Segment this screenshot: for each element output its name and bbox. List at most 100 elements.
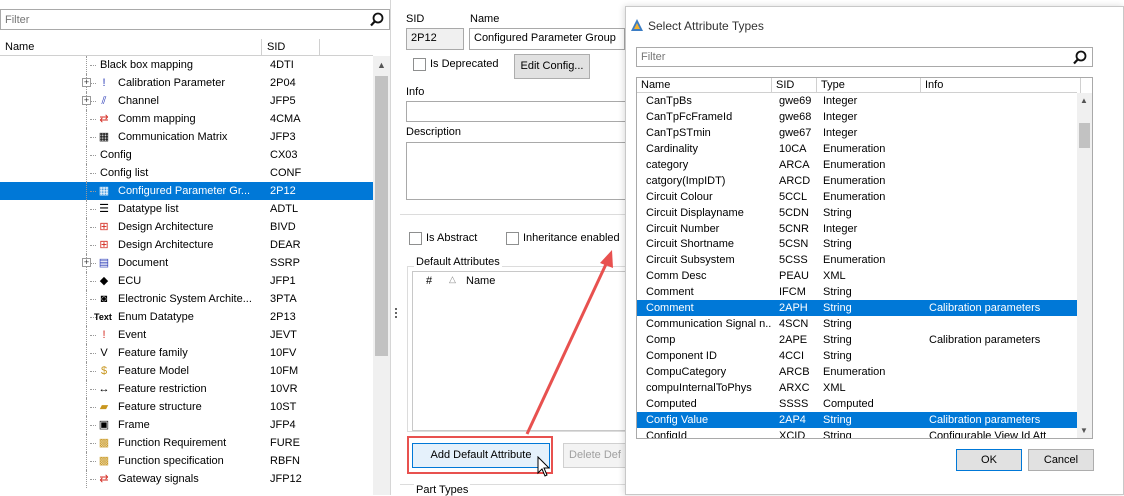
grid-cell-name: Communication Signal n... bbox=[646, 318, 772, 331]
grid-row[interactable]: Config Value 2AP4 String Calibration parame… bbox=[637, 411, 1077, 428]
tree-header: Name SID bbox=[0, 39, 373, 56]
grid-row[interactable]: Circuit Colour 5CCL Enumeration bbox=[637, 189, 1077, 205]
scroll-down-icon[interactable]: ▼ bbox=[1080, 426, 1088, 435]
dialog-filter-box[interactable] bbox=[636, 47, 1093, 67]
dialog-filter-input[interactable] bbox=[637, 48, 1057, 66]
grid-row[interactable]: Comp 2APE String Calibration parameters bbox=[637, 332, 1077, 348]
grid-cell-sid: 5CSS bbox=[779, 254, 808, 267]
expand-icon[interactable]: + bbox=[82, 258, 91, 267]
grid-row[interactable]: Comment 2APH String Calibration parameters bbox=[637, 300, 1077, 317]
grid-row[interactable]: category ARCA Enumeration bbox=[637, 157, 1077, 173]
column-header-sid[interactable]: SID bbox=[772, 78, 817, 93]
tree-guide-line bbox=[86, 290, 87, 308]
scroll-up-icon[interactable]: ▲ bbox=[1080, 96, 1088, 105]
grid-cell-type: Computed bbox=[823, 397, 874, 410]
grid-row[interactable]: CanTpSTmin gwe67 Integer bbox=[637, 125, 1077, 141]
tree-row[interactable]: ! Event JEVT bbox=[0, 326, 373, 344]
expand-icon[interactable]: + bbox=[82, 96, 91, 105]
scroll-thumb[interactable] bbox=[375, 76, 388, 356]
tree-row[interactable]: Config CX03 bbox=[0, 146, 373, 164]
text-icon: Text bbox=[94, 312, 112, 322]
tree-filter-input[interactable] bbox=[1, 10, 361, 29]
scroll-up-icon[interactable]: ▲ bbox=[377, 60, 386, 70]
grid-row[interactable]: Cardinality 10CA Enumeration bbox=[637, 141, 1077, 157]
scroll-thumb[interactable] bbox=[1079, 123, 1090, 148]
is-deprecated-checkbox[interactable] bbox=[413, 58, 426, 71]
tree-row-name: Config bbox=[100, 149, 132, 161]
tree-row[interactable]: + ▤ Document SSRP bbox=[0, 254, 373, 272]
tree-row[interactable]: Config list CONF bbox=[0, 164, 373, 182]
grid-row[interactable]: Computed SSSS Computed bbox=[637, 396, 1077, 412]
tree-row[interactable]: ☰ Datatype list ADTL bbox=[0, 200, 373, 218]
column-header-type[interactable]: Type bbox=[817, 78, 921, 93]
tree-row[interactable]: ▩ Function specification RBFN bbox=[0, 452, 373, 470]
tree-row[interactable]: ▦ Configured Parameter Gr... 2P12 bbox=[0, 182, 373, 200]
grid-row[interactable]: Comment IFCM String bbox=[637, 284, 1077, 300]
tree-row-sid: 3PTA bbox=[270, 293, 297, 305]
is-abstract-checkbox[interactable] bbox=[409, 232, 422, 245]
splitter-handle[interactable] bbox=[394, 306, 398, 324]
inheritance-enabled-checkbox[interactable] bbox=[506, 232, 519, 245]
delete-default-attribute-button[interactable]: Delete Def bbox=[563, 443, 627, 468]
tree-row-sid: 2P13 bbox=[270, 311, 296, 323]
grid-row[interactable]: CanTpFcFrameId gwe68 Integer bbox=[637, 109, 1077, 125]
tree-row[interactable]: Text Enum Datatype 2P13 bbox=[0, 308, 373, 326]
grid-row[interactable]: CompuCategory ARCB Enumeration bbox=[637, 364, 1077, 380]
tree-row[interactable]: V Feature family 10FV bbox=[0, 344, 373, 362]
attr-column-name[interactable]: Name bbox=[466, 275, 495, 287]
grid-row[interactable]: CanTpBs gwe69 Integer bbox=[637, 93, 1077, 109]
tree-row[interactable]: +! Calibration Parameter 2P04 bbox=[0, 74, 373, 92]
grid-row[interactable]: ConfigId XCID String Configurable View Id A… bbox=[637, 428, 1077, 438]
tree-row[interactable]: + ⫽ Channel JFP5 bbox=[0, 92, 373, 110]
tree-row[interactable]: ⇄ Comm mapping 4CMA bbox=[0, 110, 373, 128]
info-field[interactable] bbox=[406, 101, 628, 122]
grid-row[interactable]: Circuit Displayname 5CDN String bbox=[637, 205, 1077, 221]
name-field[interactable]: Configured Parameter Group bbox=[469, 28, 625, 50]
tree-row[interactable]: ▣ Frame JFP4 bbox=[0, 416, 373, 434]
grid-row[interactable]: Circuit Number 5CNR Integer bbox=[637, 221, 1077, 237]
grid-scrollbar[interactable]: ▲ ▼ bbox=[1077, 93, 1092, 438]
grid-row[interactable]: Component ID 4CCI String bbox=[637, 348, 1077, 364]
tree-row[interactable]: ◙ Electronic System Archite... 3PTA bbox=[0, 290, 373, 308]
attribute-types-grid[interactable]: Name SID Type Info CanTpBs gwe69 Integer Ca… bbox=[636, 77, 1093, 439]
cancel-button[interactable]: Cancel bbox=[1028, 449, 1094, 471]
tree-row[interactable]: ▰ Feature structure 10ST bbox=[0, 398, 373, 416]
tree-scrollbar[interactable]: ▲ bbox=[373, 56, 390, 495]
column-header-name[interactable]: Name bbox=[637, 78, 772, 93]
grid-row[interactable]: catgory(ImpIDT) ARCD Enumeration bbox=[637, 173, 1077, 189]
search-icon[interactable] bbox=[1073, 50, 1087, 65]
expand-icon[interactable]: + bbox=[82, 78, 91, 87]
tree-row[interactable]: ⊞ Design Architecture BIVD bbox=[0, 218, 373, 236]
sid-field[interactable]: 2P12 bbox=[406, 28, 464, 50]
tree-row[interactable]: ◆ ECU JFP1 bbox=[0, 272, 373, 290]
grid-cell-sid: ARXC bbox=[779, 381, 810, 394]
grid-cell-type: Enumeration bbox=[823, 158, 886, 171]
tree-row[interactable]: Black box mapping 4DTI bbox=[0, 56, 373, 74]
tree-row[interactable]: $ Feature Model 10FM bbox=[0, 362, 373, 380]
mouse-cursor-icon bbox=[537, 456, 551, 477]
column-header-sid[interactable]: SID bbox=[262, 39, 320, 56]
description-field[interactable] bbox=[406, 142, 628, 200]
grid-row[interactable]: Communication Signal n... 4SCN String bbox=[637, 316, 1077, 332]
tree-row[interactable]: ▦ Communication Matrix JFP3 bbox=[0, 128, 373, 146]
default-attributes-list[interactable]: # △ Name bbox=[412, 271, 626, 431]
tree-row[interactable]: ⇄ Gateway signals JFP12 bbox=[0, 470, 373, 488]
tree-row[interactable]: ↔ Feature restriction 10VR bbox=[0, 380, 373, 398]
ok-button[interactable]: OK bbox=[956, 449, 1022, 471]
grid-row[interactable]: Comm Desc PEAU XML bbox=[637, 268, 1077, 284]
tree-filter-box[interactable] bbox=[0, 9, 390, 30]
edit-config-button[interactable]: Edit Config... bbox=[514, 54, 590, 79]
grid-row[interactable]: Circuit Subsystem 5CSS Enumeration bbox=[637, 252, 1077, 268]
grid-cell-info: Configurable View Id Att bbox=[929, 429, 1047, 438]
add-default-attribute-button[interactable]: Add Default Attribute bbox=[412, 443, 550, 468]
search-icon[interactable] bbox=[370, 12, 384, 27]
tree-row[interactable]: ⊞ Design Architecture DEAR bbox=[0, 236, 373, 254]
column-header-info[interactable]: Info bbox=[921, 78, 1081, 93]
grid-cell-type: Integer bbox=[823, 95, 858, 107]
grid-row[interactable]: Circuit Shortname 5CSN String bbox=[637, 236, 1077, 252]
attr-column-number[interactable]: # bbox=[426, 275, 432, 287]
column-header-name[interactable]: Name bbox=[0, 39, 262, 56]
grid-cell-name: compuInternalToPhys bbox=[646, 381, 752, 394]
grid-row[interactable]: compuInternalToPhys ARXC XML bbox=[637, 380, 1077, 396]
tree-row[interactable]: ▩ Function Requirement FURE bbox=[0, 434, 373, 452]
